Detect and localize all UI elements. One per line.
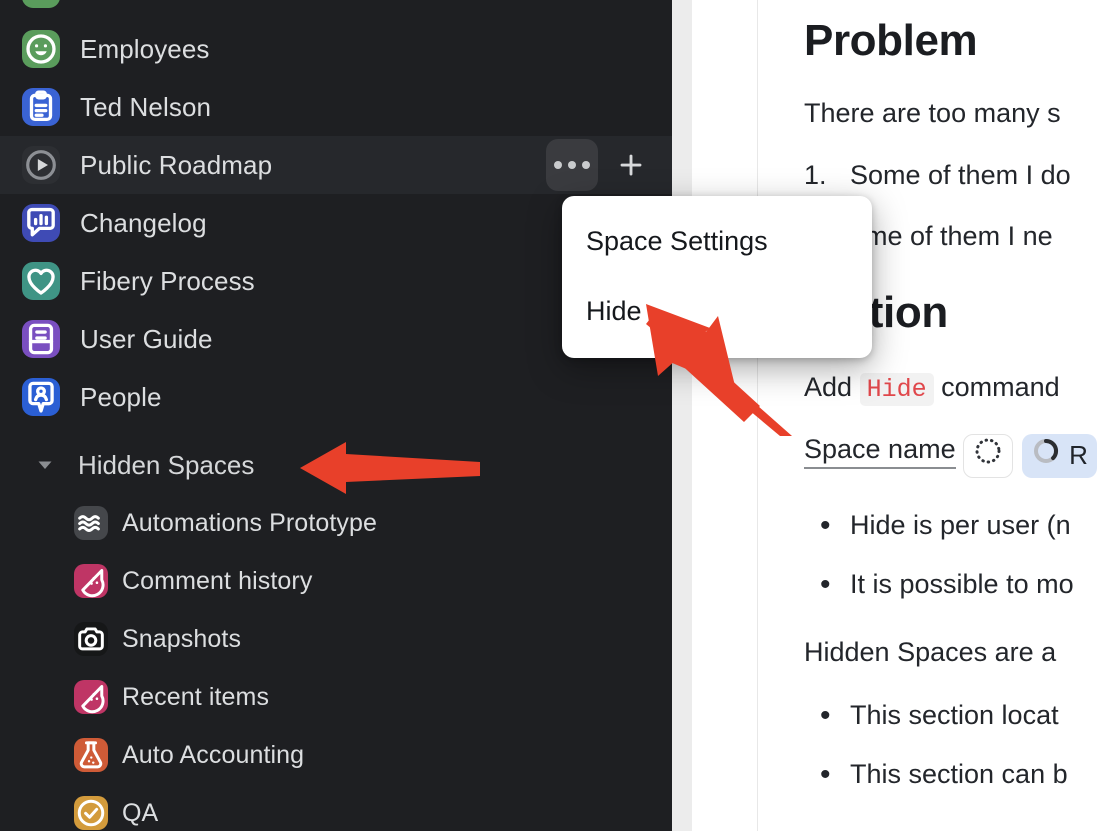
app-window: Employees Ted Nelson Public Roadmap Chan… bbox=[0, 0, 1100, 831]
list-item: • This section can b bbox=[804, 757, 1100, 792]
chip-empty-state[interactable] bbox=[963, 434, 1013, 478]
sidebar-item-label: Auto Accounting bbox=[122, 741, 304, 770]
sidebar-item-qa[interactable]: QA bbox=[0, 784, 672, 831]
sidebar-item-ted-nelson[interactable]: Ted Nelson bbox=[0, 78, 672, 136]
watermelon-icon bbox=[74, 564, 108, 598]
bullet-icon: • bbox=[820, 696, 831, 735]
person-pin-icon bbox=[22, 378, 60, 416]
sidebar-item-label: People bbox=[80, 382, 162, 413]
sidebar-item-label: Fibery Process bbox=[80, 266, 255, 297]
sidebar-item-recent-items[interactable]: Recent items bbox=[0, 668, 672, 726]
hidden-spaces-paragraph: Hidden Spaces are a bbox=[804, 634, 1100, 670]
progress-ring-icon bbox=[1031, 436, 1061, 475]
list-text: This section can b bbox=[850, 759, 1068, 789]
sidebar-item-partial-icon bbox=[22, 0, 60, 8]
sidebar-item-label: User Guide bbox=[80, 324, 213, 355]
sidebar-hidden-spaces-group: Hidden Spaces Automations Prototype Comm… bbox=[0, 436, 672, 831]
menu-item-space-settings[interactable]: Space Settings bbox=[562, 206, 872, 276]
page-title: Problem bbox=[804, 16, 1100, 65]
sidebar-item-employees[interactable]: Employees bbox=[0, 20, 672, 78]
sidebar-item-label: Automations Prototype bbox=[122, 509, 377, 538]
solution-bullet-list: • Hide is per user (n • It is possible t… bbox=[804, 508, 1100, 602]
bullet-icon: • bbox=[820, 755, 831, 794]
document-gutter bbox=[672, 0, 692, 831]
waves-icon bbox=[74, 506, 108, 540]
sidebar-item-public-roadmap[interactable]: Public Roadmap bbox=[0, 136, 672, 194]
dotted-circle-icon bbox=[973, 436, 1003, 475]
bullet-icon: • bbox=[820, 565, 831, 604]
solution-suffix: command bbox=[941, 372, 1060, 402]
space-name-row: Space name bbox=[804, 431, 1100, 478]
sidebar-item-people[interactable]: People bbox=[0, 368, 672, 426]
bullet-icon: • bbox=[820, 506, 831, 545]
sidebar-item-auto-accounting[interactable]: Auto Accounting bbox=[0, 726, 672, 784]
sidebar-item-label: QA bbox=[122, 799, 158, 828]
sidebar-group-label: Hidden Spaces bbox=[78, 450, 254, 481]
menu-item-space-settings-label: Space Settings bbox=[586, 226, 768, 257]
document-pane: Problem There are too many s 1. Some of … bbox=[692, 0, 1100, 831]
solution-paragraph: Add Hide command bbox=[804, 369, 1100, 407]
menu-item-hide-label: Hide bbox=[586, 296, 642, 327]
list-text: Some of them I do bbox=[850, 160, 1071, 190]
check-circle-icon bbox=[74, 796, 108, 830]
list-text: It is possible to mo bbox=[850, 569, 1074, 599]
list-text: Hide is per user (n bbox=[850, 510, 1071, 540]
flask-icon bbox=[74, 738, 108, 772]
sidebar-item-automations-prototype[interactable]: Automations Prototype bbox=[0, 494, 672, 552]
book-icon bbox=[22, 320, 60, 358]
sidebar-item-label: Ted Nelson bbox=[80, 92, 211, 123]
chevron-down-icon[interactable] bbox=[30, 450, 60, 480]
chart-bubble-icon bbox=[22, 204, 60, 242]
space-name-chips: R bbox=[963, 434, 1097, 478]
watermelon-icon bbox=[74, 680, 108, 714]
sidebar-item-label: Employees bbox=[80, 34, 210, 65]
document-content: Problem There are too many s 1. Some of … bbox=[804, 0, 1100, 792]
chip-progress-label: R bbox=[1069, 438, 1088, 473]
clipboard-icon bbox=[22, 88, 60, 126]
list-text: This section locat bbox=[850, 700, 1059, 730]
sidebar-item-label: Snapshots bbox=[122, 625, 241, 654]
intro-paragraph: There are too many s bbox=[804, 95, 1100, 131]
sidebar-item-label: Changelog bbox=[80, 208, 207, 239]
ellipsis-icon[interactable] bbox=[546, 139, 598, 191]
sidebar-group-header-hidden-spaces[interactable]: Hidden Spaces bbox=[0, 436, 672, 494]
sidebar-item-comment-history[interactable]: Comment history bbox=[0, 552, 672, 610]
sidebar-row-actions bbox=[546, 139, 654, 191]
camera-icon bbox=[74, 622, 108, 656]
list-item: • It is possible to mo bbox=[804, 567, 1100, 602]
document-left-rail bbox=[757, 0, 758, 831]
heart-icon bbox=[22, 262, 60, 300]
list-item: • Hide is per user (n bbox=[804, 508, 1100, 543]
solution-prefix: Add bbox=[804, 372, 852, 402]
play-circle-icon bbox=[22, 146, 60, 184]
sidebar: Employees Ted Nelson Public Roadmap Chan… bbox=[0, 0, 672, 831]
plus-icon[interactable] bbox=[608, 139, 654, 191]
smiley-face-icon bbox=[22, 30, 60, 68]
inline-code-hide: Hide bbox=[860, 373, 934, 406]
hidden-spaces-bullet-list: • This section locat • This section can … bbox=[804, 698, 1100, 792]
list-item: • This section locat bbox=[804, 698, 1100, 733]
list-number: 1. bbox=[804, 158, 827, 193]
menu-item-hide[interactable]: Hide bbox=[562, 276, 872, 346]
space-name-label: Space name bbox=[804, 434, 956, 469]
sidebar-item-label: Public Roadmap bbox=[80, 150, 272, 181]
sidebar-item-label: Recent items bbox=[122, 683, 269, 712]
sidebar-item-label: Comment history bbox=[122, 567, 312, 596]
space-context-menu[interactable]: Space Settings Hide bbox=[562, 196, 872, 358]
list-item: 1. Some of them I do bbox=[804, 158, 1100, 193]
sidebar-item-snapshots[interactable]: Snapshots bbox=[0, 610, 672, 668]
chip-progress[interactable]: R bbox=[1022, 434, 1097, 478]
list-text: ome of them I ne bbox=[850, 221, 1053, 251]
